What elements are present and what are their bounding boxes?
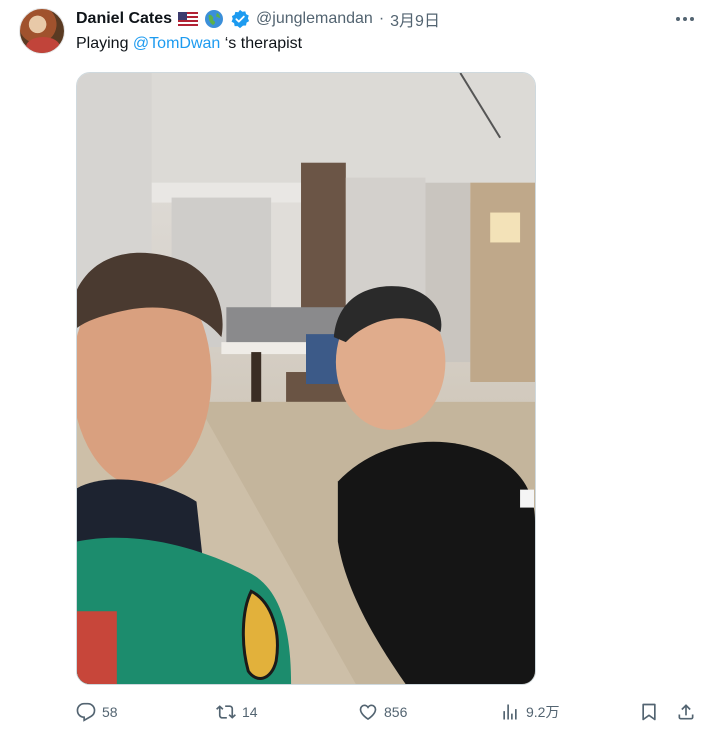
flag-us-icon: [178, 12, 199, 26]
retweet-button[interactable]: 14: [216, 700, 258, 724]
tweet-date[interactable]: 3月9日: [390, 7, 440, 31]
author-name[interactable]: Daniel Cates: [76, 10, 172, 28]
author-handle[interactable]: @junglemandan: [256, 10, 373, 28]
tweet-text-prefix: Playing: [76, 35, 133, 52]
tweet-header: Daniel Cates @junglemandan · 3月9日: [76, 8, 440, 30]
tweet-actions: 58 14 856 9.2万: [76, 700, 698, 724]
reply-icon: [76, 702, 96, 722]
author-avatar[interactable]: [19, 8, 65, 54]
like-count: 856: [384, 704, 408, 720]
reply-button[interactable]: 58: [76, 700, 118, 724]
retweet-count: 14: [242, 704, 258, 720]
separator-dot: ·: [378, 10, 385, 27]
views-button[interactable]: 9.2万: [500, 700, 559, 724]
bookmark-icon: [642, 703, 656, 721]
mention-link[interactable]: @TomDwan: [133, 35, 220, 52]
more-icon[interactable]: [674, 10, 696, 28]
view-count: 9.2万: [526, 704, 560, 720]
like-button[interactable]: 856: [358, 700, 407, 724]
photo-illustration: [77, 73, 535, 684]
share-icon: [678, 704, 694, 720]
tweet-text-suffix: ‘s therapist: [220, 35, 303, 52]
tweet-photo[interactable]: [76, 72, 536, 685]
like-icon: [359, 704, 377, 721]
reply-count: 58: [102, 704, 118, 720]
bookmark-button[interactable]: [639, 700, 659, 724]
share-button[interactable]: [676, 700, 696, 724]
verified-badge-icon: [231, 9, 250, 29]
views-icon: [503, 704, 517, 720]
tweet-text: Playing @TomDwan ‘s therapist: [76, 35, 302, 53]
retweet-icon: [216, 705, 236, 719]
globe-icon: [205, 10, 224, 28]
